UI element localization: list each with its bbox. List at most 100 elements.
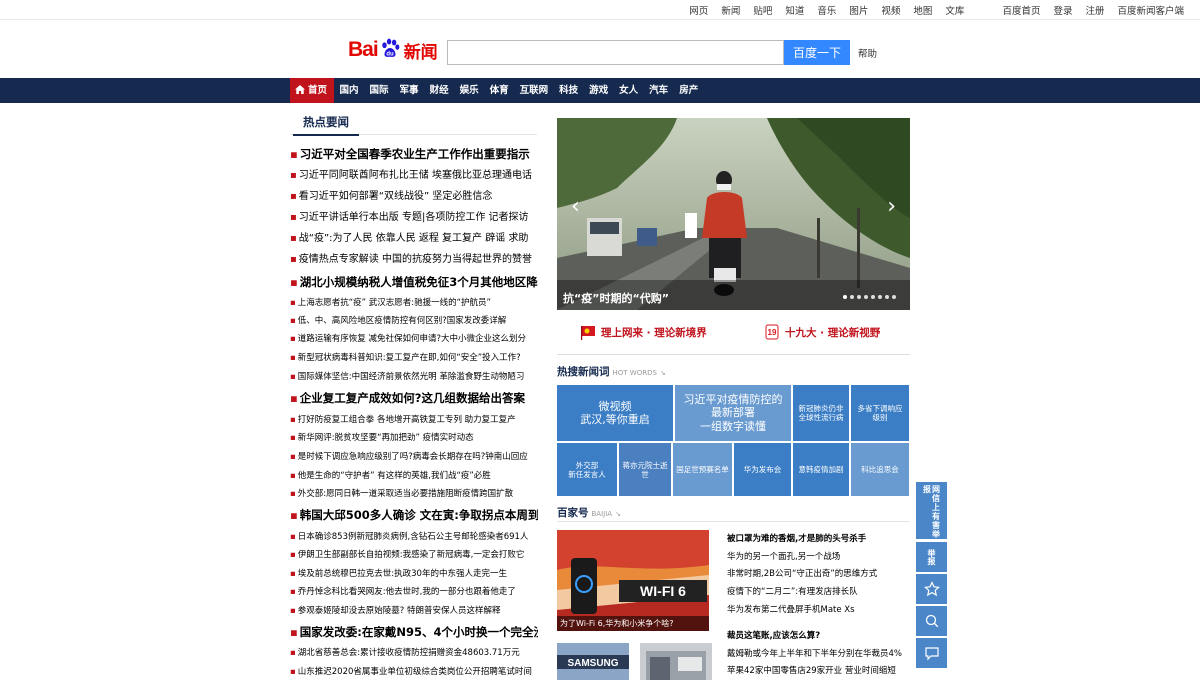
slider-dot[interactable] (857, 295, 861, 299)
news-item[interactable]: ▪ 新华网评:脱贫攻坚要“再加把劲” 疫情实时动态 (290, 431, 538, 443)
hot-word-tile[interactable]: 习近平对疫情防控的 最新部署 一组数字读懂 (675, 385, 791, 441)
baijia-thumb-samsung[interactable]: SAMSUNG (557, 643, 629, 680)
slider-next-button[interactable]: › (887, 196, 896, 218)
nav-auto[interactable]: 汽车 (644, 78, 674, 103)
harmful-info-report-button[interactable]: 网信上有害举报 (916, 482, 947, 539)
baijia-item[interactable]: 苹果42家中国零售店29家开业 营业时间缩短 (727, 664, 912, 676)
news-item[interactable]: ▪ 看习近平如何部署“双线战役” 坚定必胜信念 (290, 187, 538, 202)
news-item[interactable]: ▪国家发改委:在家戴N95、4个小时换一个完全没必要 (290, 624, 538, 640)
news-item[interactable]: ▪ 埃及前总统穆巴拉克去世:执政30年的中东强人走完一生 (290, 567, 538, 579)
hot-word-tile[interactable]: 多省下调响应 级别 (851, 385, 909, 441)
hot-word-tile[interactable]: 华为发布会 (734, 443, 791, 496)
news-item[interactable]: ▪ 疫情热点专家解读 中国的抗疫努力当得起世界的赞誉 (290, 250, 538, 265)
news-item[interactable]: ▪ 乔丹悼念科比看哭网友:他去世时,我的一部分也跟着他走了 (290, 585, 538, 597)
news-item[interactable]: ▪ 湖北省慈善总会:累计接收疫情防控捐赠资金48603.71万元 (290, 646, 538, 658)
hot-word-tile[interactable]: 意韩疫情加剧 (793, 443, 849, 496)
news-item[interactable]: ▪ 伊朗卫生部副部长自拍视频:我感染了新冠病毒,一定会打败它 (290, 548, 538, 560)
help-link[interactable]: 帮助 (858, 46, 877, 60)
promo-theory-online[interactable]: 理上网来 · 理论新境界 (579, 323, 707, 341)
nav-sports[interactable]: 体育 (484, 78, 514, 103)
slider-dot[interactable] (892, 295, 896, 299)
nav-entertainment[interactable]: 娱乐 (454, 78, 484, 103)
slider-dot[interactable] (871, 295, 875, 299)
baijia-item[interactable]: 非常时期,2B公司“守正出奇”的思维方式 (727, 567, 912, 579)
baijia-item[interactable]: 华为的另一个面孔,另一个战场 (727, 550, 912, 562)
hot-word-tile[interactable]: 新冠肺炎仍非 全球性流行病 (793, 385, 849, 441)
news-item[interactable]: ▪ 道路运输有序恢复 减免社保如何申请?大中小微企业这么划分 (290, 332, 538, 344)
top-link-news[interactable]: 新闻 (721, 3, 740, 17)
top-link-wenku[interactable]: 文库 (945, 3, 964, 17)
hot-word-tile[interactable]: 微视频 武汉,等你重启 (557, 385, 673, 441)
nav-international[interactable]: 国际 (364, 78, 394, 103)
news-item[interactable]: ▪ 习近平讲话单行本出版 专题|各项防控工作 记者探访 (290, 208, 538, 223)
favorite-button[interactable] (916, 574, 947, 604)
search-button[interactable]: 百度一下 (784, 40, 850, 65)
news-item[interactable]: ▪ 外交部:愿同日韩一道采取适当必要措施阻断疫情跨国扩散 (290, 487, 538, 499)
nav-home[interactable]: 首页 (290, 78, 335, 103)
news-item[interactable]: ▪ 国际媒体坚信:中国经济前景依然光明 革除滥食野生动物陋习 (290, 370, 538, 382)
top-link-map[interactable]: 地图 (913, 3, 932, 17)
baijia-item[interactable]: 华为发布第二代叠屏手机Mate Xs (727, 603, 912, 615)
promo-19th-congress[interactable]: 19 十九大 · 理论新视野 (763, 323, 880, 341)
news-item[interactable]: ▪ 山东推迟2020省属事业单位初级综合类岗位公开招聘笔试时间 (290, 665, 538, 677)
hot-word-tile[interactable]: 科比追思会 (851, 443, 909, 496)
news-item[interactable]: ▪ 习近平对全国春季农业生产工作作出重要指示 (290, 146, 538, 162)
slider-dot[interactable] (878, 295, 882, 299)
news-item[interactable]: ▪ 企业复工复产成效如何?这几组数据给出答案 (290, 390, 538, 406)
baijia-item[interactable]: 戴姆勒或今年上半年和下半年分别在华裁员4% (727, 647, 912, 659)
top-link-web[interactable]: 网页 (689, 3, 708, 17)
baijia-item[interactable]: 被口罩为难的香烟,才是肺的头号杀手 (727, 532, 912, 544)
baidu-news-logo[interactable]: Bai du 新闻 (348, 33, 438, 67)
slider-dot[interactable] (850, 295, 854, 299)
top-link-zhidao[interactable]: 知道 (785, 3, 804, 17)
news-item[interactable]: ▪ 战“疫”:为了人民 依靠人民 返程 复工复产 辟谣 求助 (290, 229, 538, 244)
hot-words-title[interactable]: 热搜新闻词 (557, 366, 610, 378)
slider-dot[interactable] (864, 295, 868, 299)
nav-military[interactable]: 军事 (394, 78, 424, 103)
news-item[interactable]: ▪ 是时候下调应急响应级别了吗?病毒会长期存在吗?钟南山回应 (290, 450, 538, 462)
news-item[interactable]: ▪ 低、中、高风险地区疫情防控有何区别?国家发改委详解 (290, 314, 538, 326)
nav-tech[interactable]: 科技 (554, 78, 584, 103)
login-link[interactable]: 登录 (1053, 3, 1072, 17)
baijia-thumb-store[interactable] (640, 643, 712, 680)
report-button[interactable]: 举报 (916, 542, 947, 572)
news-item[interactable]: ▪ 参观泰姬陵却没去原始陵墓? 特朗普安保人员这样解释 (290, 604, 538, 616)
nav-games[interactable]: 游戏 (584, 78, 614, 103)
slider-prev-button[interactable]: ‹ (571, 196, 580, 218)
news-item[interactable]: ▪湖北小规模纳税人增值税免征3个月其他地区降至1% (290, 274, 538, 290)
news-item[interactable]: ▪ 习近平同阿联酋阿布扎比王储 埃塞俄比亚总理通电话 (290, 166, 538, 181)
news-item[interactable]: ▪ 新型冠状病毒科普知识:复工复产在即,如何“安全”投入工作? (290, 351, 538, 363)
slider-dot[interactable] (885, 295, 889, 299)
client-download-link[interactable]: 百度新闻客户端 (1117, 3, 1184, 17)
nav-women[interactable]: 女人 (614, 78, 644, 103)
search-tool-button[interactable] (916, 606, 947, 636)
feedback-button[interactable] (916, 638, 947, 668)
search-input[interactable] (447, 40, 784, 65)
image-slider[interactable]: ‹ › 抗“疫”时期的“代购” (557, 118, 910, 310)
top-link-tieba[interactable]: 贴吧 (753, 3, 772, 17)
news-item[interactable]: ▪ 上海志愿者抗“疫” 武汉志愿者:驰援一线的“护航员” (290, 296, 538, 308)
news-item[interactable]: ▪ 日本确诊853例新冠肺炎病例,含钻石公主号邮轮感染者691人 (290, 530, 538, 542)
nav-domestic[interactable]: 国内 (334, 78, 364, 103)
baijia-feature-image[interactable]: WI-FI 6 为了Wi-Fi 6,华为和小米争个啥? (557, 530, 709, 631)
news-item[interactable]: ▪ 韩国大邱500多人确诊 文在寅:争取拐点本周到来 (290, 507, 538, 523)
nav-finance[interactable]: 财经 (424, 78, 454, 103)
baijia-title[interactable]: 百家号 (557, 507, 589, 519)
baijia-item[interactable]: 疫情下的“二月二”:有理发店排长队 (727, 585, 912, 597)
hot-word-tile[interactable]: 蒋亦元院士逝世 (619, 443, 671, 496)
slider-dot[interactable] (843, 295, 847, 299)
news-item[interactable]: ▪ 打好防疫复工组合拳 各地增开高铁复工专列 助力复工复产 (290, 413, 538, 425)
slider-caption[interactable]: 抗“疫”时期的“代购” (563, 290, 669, 306)
top-link-images[interactable]: 图片 (849, 3, 868, 17)
baijia-item[interactable]: 裁员这笔账,应该怎么算? (727, 629, 912, 641)
top-link-video[interactable]: 视频 (881, 3, 900, 17)
hot-news-title[interactable]: 热点要闻 (293, 113, 359, 136)
nav-internet[interactable]: 互联网 (514, 78, 554, 103)
hot-word-tile[interactable]: 国足世预赛名单 (673, 443, 732, 496)
top-link-music[interactable]: 音乐 (817, 3, 836, 17)
register-link[interactable]: 注册 (1085, 3, 1104, 17)
hot-word-tile[interactable]: 外交部 新任发言人 (557, 443, 617, 496)
top-link-baidu-home[interactable]: 百度首页 (1002, 3, 1040, 17)
nav-realestate[interactable]: 房产 (674, 78, 704, 103)
news-item[interactable]: ▪ 他是生命的“守护者” 有这样的英雄,我们战“疫”必胜 (290, 469, 538, 481)
